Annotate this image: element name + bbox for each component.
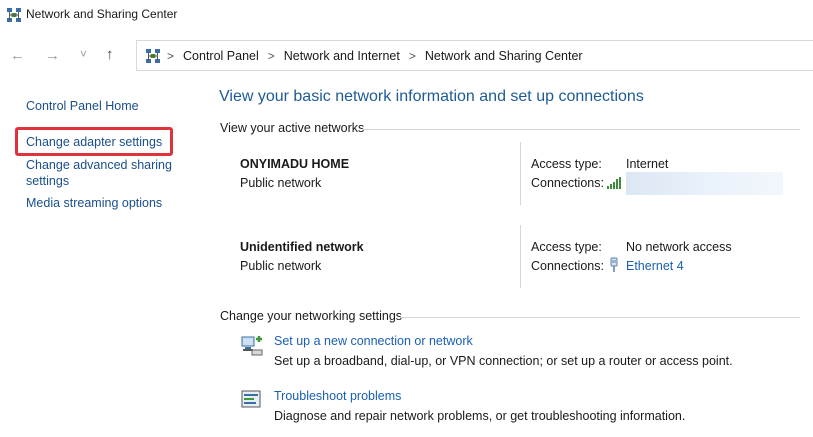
breadcrumb-network-and-internet[interactable]: Network and Internet (284, 49, 400, 63)
address-bar[interactable]: > Control Panel > Network and Internet >… (136, 40, 813, 71)
network-divider (520, 142, 521, 205)
task-description: Diagnose and repair network problems, or… (274, 409, 686, 423)
page-title: View your basic network information and … (219, 88, 644, 105)
troubleshoot-icon (241, 390, 261, 408)
sidebar-item-label: Change advanced sharing (26, 158, 172, 172)
ethernet-4-link[interactable]: Ethernet 4 (626, 259, 684, 273)
access-type-label: Access type: (531, 240, 602, 254)
network-divider (520, 225, 521, 288)
sidebar-item-control-panel-home[interactable]: Control Panel Home (26, 98, 139, 114)
network-type: Public network (240, 176, 322, 190)
back-arrow-icon[interactable]: ← (10, 48, 25, 64)
up-arrow-icon[interactable]: ↑ (106, 47, 114, 63)
breadcrumb-separator[interactable]: > (268, 49, 275, 63)
control-panel-network-icon (146, 49, 160, 63)
breadcrumb-network-and-sharing-center[interactable]: Network and Sharing Center (425, 49, 583, 63)
title-bar: Network and Sharing Center (0, 0, 813, 30)
breadcrumb-control-panel[interactable]: Control Panel (183, 49, 259, 63)
sidebar-item-media-streaming-options[interactable]: Media streaming options (26, 195, 162, 211)
connections-label: Connections: (531, 176, 604, 190)
wifi-signal-icon (607, 177, 621, 189)
task-description: Set up a broadband, dial-up, or VPN conn… (274, 354, 733, 368)
access-type-label: Access type: (531, 157, 602, 171)
new-connection-icon (241, 336, 263, 356)
network-name: ONYIMADU HOME (240, 157, 350, 171)
network-name: Unidentified network (240, 240, 364, 254)
sidebar-item-label: settings (26, 174, 70, 188)
access-type-value: Internet (626, 157, 669, 171)
section-divider (400, 317, 800, 318)
network-type: Public network (240, 259, 322, 273)
connection-name-redacted[interactable] (626, 172, 783, 195)
recent-locations-chevron-icon[interactable]: ˅ (80, 46, 87, 62)
window-title: Network and Sharing Center (26, 7, 178, 21)
connections-label: Connections: (531, 259, 604, 273)
breadcrumb-separator[interactable]: > (167, 49, 174, 63)
breadcrumb: > Control Panel > Network and Internet >… (167, 49, 583, 63)
change-settings-label: Change your networking settings (220, 309, 403, 323)
breadcrumb-separator[interactable]: > (409, 49, 416, 63)
sidebar-item-change-advanced-sharing-settings[interactable]: Change advanced sharing settings (26, 157, 172, 189)
active-networks-label: View your active networks (220, 121, 365, 135)
network-app-icon (7, 8, 21, 22)
section-divider (362, 129, 800, 130)
forward-arrow-icon[interactable]: → (45, 48, 60, 64)
sidebar-item-change-adapter-settings[interactable]: Change adapter settings (26, 134, 162, 150)
setup-new-connection-link[interactable]: Set up a new connection or network (274, 334, 473, 348)
ethernet-plug-icon (610, 257, 618, 272)
troubleshoot-problems-link[interactable]: Troubleshoot problems (274, 389, 401, 403)
access-type-value: No network access (626, 240, 732, 254)
